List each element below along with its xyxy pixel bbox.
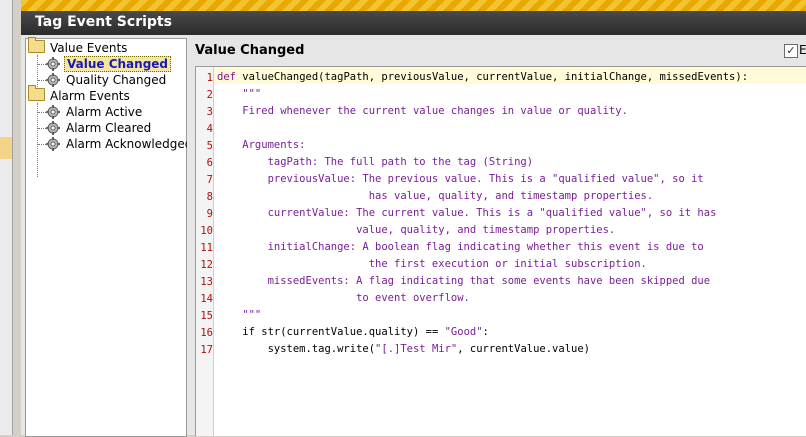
background-window-strip [0, 0, 13, 435]
tree-item-label: Alarm Acknowledged [66, 137, 193, 151]
code-token: initialChange: A boolean flag indicating… [217, 241, 704, 253]
line-number: 13 [200, 276, 213, 288]
code-token: has value, quality, and timestamp proper… [217, 190, 654, 202]
code-line: currentValue: The current value. This is… [217, 205, 717, 222]
dialog-title: Tag Event Scripts [35, 14, 172, 30]
code-token: Arguments: [217, 139, 306, 151]
code-line: """ [217, 307, 261, 324]
tree-line [38, 128, 46, 129]
code-token: str [261, 326, 281, 338]
line-number: 4 [206, 123, 213, 135]
code-token: "Good" [444, 326, 483, 338]
dialog-top-stripe [21, 0, 806, 11]
code-line: system.tag.write("[.]Test Mir", currentV… [217, 341, 590, 358]
tree-item-label: Alarm Cleared [66, 121, 152, 135]
code-token: def [217, 71, 243, 83]
code-token: if [217, 326, 262, 338]
tree-item-quality-changed[interactable]: Quality Changed [46, 72, 168, 88]
tree-item-alarm-active[interactable]: Alarm Active [46, 104, 144, 120]
code-token: previousValue: The previous value. This … [217, 173, 704, 185]
code-line: to event overflow. [217, 290, 470, 307]
line-number: 9 [206, 208, 213, 220]
line-number: 16 [200, 327, 213, 339]
line-number: 15 [200, 310, 213, 322]
tag-event-scripts-dialog: Tag Event Scripts Value Events Value Cha… [21, 0, 806, 437]
line-number: 2 [206, 89, 213, 101]
code-token: valueChanged(tagPath, previousValue, cur… [242, 71, 749, 83]
line-number: 5 [206, 140, 213, 152]
folder-icon [28, 85, 45, 101]
code-token: to event overflow. [217, 292, 470, 304]
code-token: tagPath: The full path to the tag (Strin… [217, 156, 534, 168]
line-number: 11 [200, 242, 213, 254]
code-token: the first execution or initial subscript… [217, 258, 647, 270]
tree-item-value-changed[interactable]: Value Changed [46, 56, 172, 72]
line-number: 6 [206, 157, 213, 169]
code-line: def valueChanged(tagPath, previousValue,… [217, 69, 748, 86]
code-token: value, quality, and timestamp properties… [217, 224, 616, 236]
code-token: , currentValue.value) [457, 343, 590, 355]
tree-group-alarm-events[interactable]: Alarm Events [28, 85, 132, 104]
background-highlight [0, 137, 12, 159]
tree-line [38, 80, 46, 81]
code-line: Arguments: [217, 137, 306, 154]
line-number: 12 [200, 259, 213, 271]
tree-line [37, 103, 38, 177]
line-number: 3 [206, 106, 213, 118]
code-line: Fired whenever the current value changes… [217, 103, 628, 120]
tree-item-alarm-cleared[interactable]: Alarm Cleared [46, 120, 153, 136]
line-number: 14 [200, 293, 213, 305]
line-number: 1 [206, 72, 213, 84]
tree-item-alarm-acknowledged[interactable]: Alarm Acknowledged [46, 136, 194, 152]
enabled-checkbox[interactable]: ✓ [784, 44, 798, 58]
tree-group-label: Value Events [50, 41, 128, 55]
enabled-label: E [799, 43, 806, 57]
tree-line [38, 64, 46, 65]
line-number-gutter: 1 2 3 4 5 6 7 8 9 10 11 12 13 14 15 16 17 [196, 67, 214, 436]
code-line: tagPath: The full path to the tag (Strin… [217, 154, 534, 171]
line-number: 17 [200, 344, 213, 356]
code-token: missedEvents: A flag indicating that som… [217, 275, 711, 287]
code-line: initialChange: A boolean flag indicating… [217, 239, 704, 256]
code-line: """ [217, 86, 261, 103]
tree-item-label: Alarm Active [66, 105, 143, 119]
line-number: 7 [206, 174, 213, 186]
tree-item-label: Value Changed [64, 56, 172, 72]
code-line: value, quality, and timestamp properties… [217, 222, 615, 239]
tree-item-label: Quality Changed [66, 73, 167, 87]
gear-icon [46, 73, 60, 87]
code-line: if str(currentValue.quality) == "Good": [217, 324, 489, 341]
code-line: previousValue: The previous value. This … [217, 171, 704, 188]
gear-icon [46, 105, 60, 119]
gear-icon [46, 137, 60, 151]
code-token: """ [217, 88, 262, 100]
code-token: """ [217, 309, 262, 321]
gear-icon [46, 121, 60, 135]
code-token: (currentValue.quality) == [280, 326, 445, 338]
tree-line [38, 112, 46, 113]
code-editor[interactable]: 1 2 3 4 5 6 7 8 9 10 11 12 13 14 15 16 17 def valueChang… [195, 66, 806, 436]
tree-group-label: Alarm Events [50, 89, 130, 103]
line-number: 10 [200, 225, 213, 237]
tree-group-value-events[interactable]: Value Events [28, 37, 129, 56]
code-token: currentValue: The current value. This is… [217, 207, 717, 219]
dialog-title-bar[interactable]: Tag Event Scripts [21, 11, 806, 35]
code-line: missedEvents: A flag indicating that som… [217, 273, 711, 290]
code-token: : [482, 326, 489, 338]
panel-title: Value Changed [195, 43, 305, 58]
code-line: has value, quality, and timestamp proper… [217, 188, 653, 205]
line-number: 8 [206, 191, 213, 203]
code-token: system.tag.write( [217, 343, 376, 355]
tree-line [38, 144, 46, 145]
gear-icon [46, 57, 60, 71]
event-tree: Value Events Value Changed Quality Chang… [25, 37, 192, 437]
code-token: "[.]Test Mir" [375, 343, 458, 355]
code-token: Fired whenever the current value changes… [217, 105, 628, 117]
script-panel: Value Changed ✓ E 1 2 3 4 5 6 7 8 9 10 11 12 13 14 15 1… [193, 38, 806, 436]
folder-icon [28, 37, 45, 53]
code-line: the first execution or initial subscript… [217, 256, 647, 273]
